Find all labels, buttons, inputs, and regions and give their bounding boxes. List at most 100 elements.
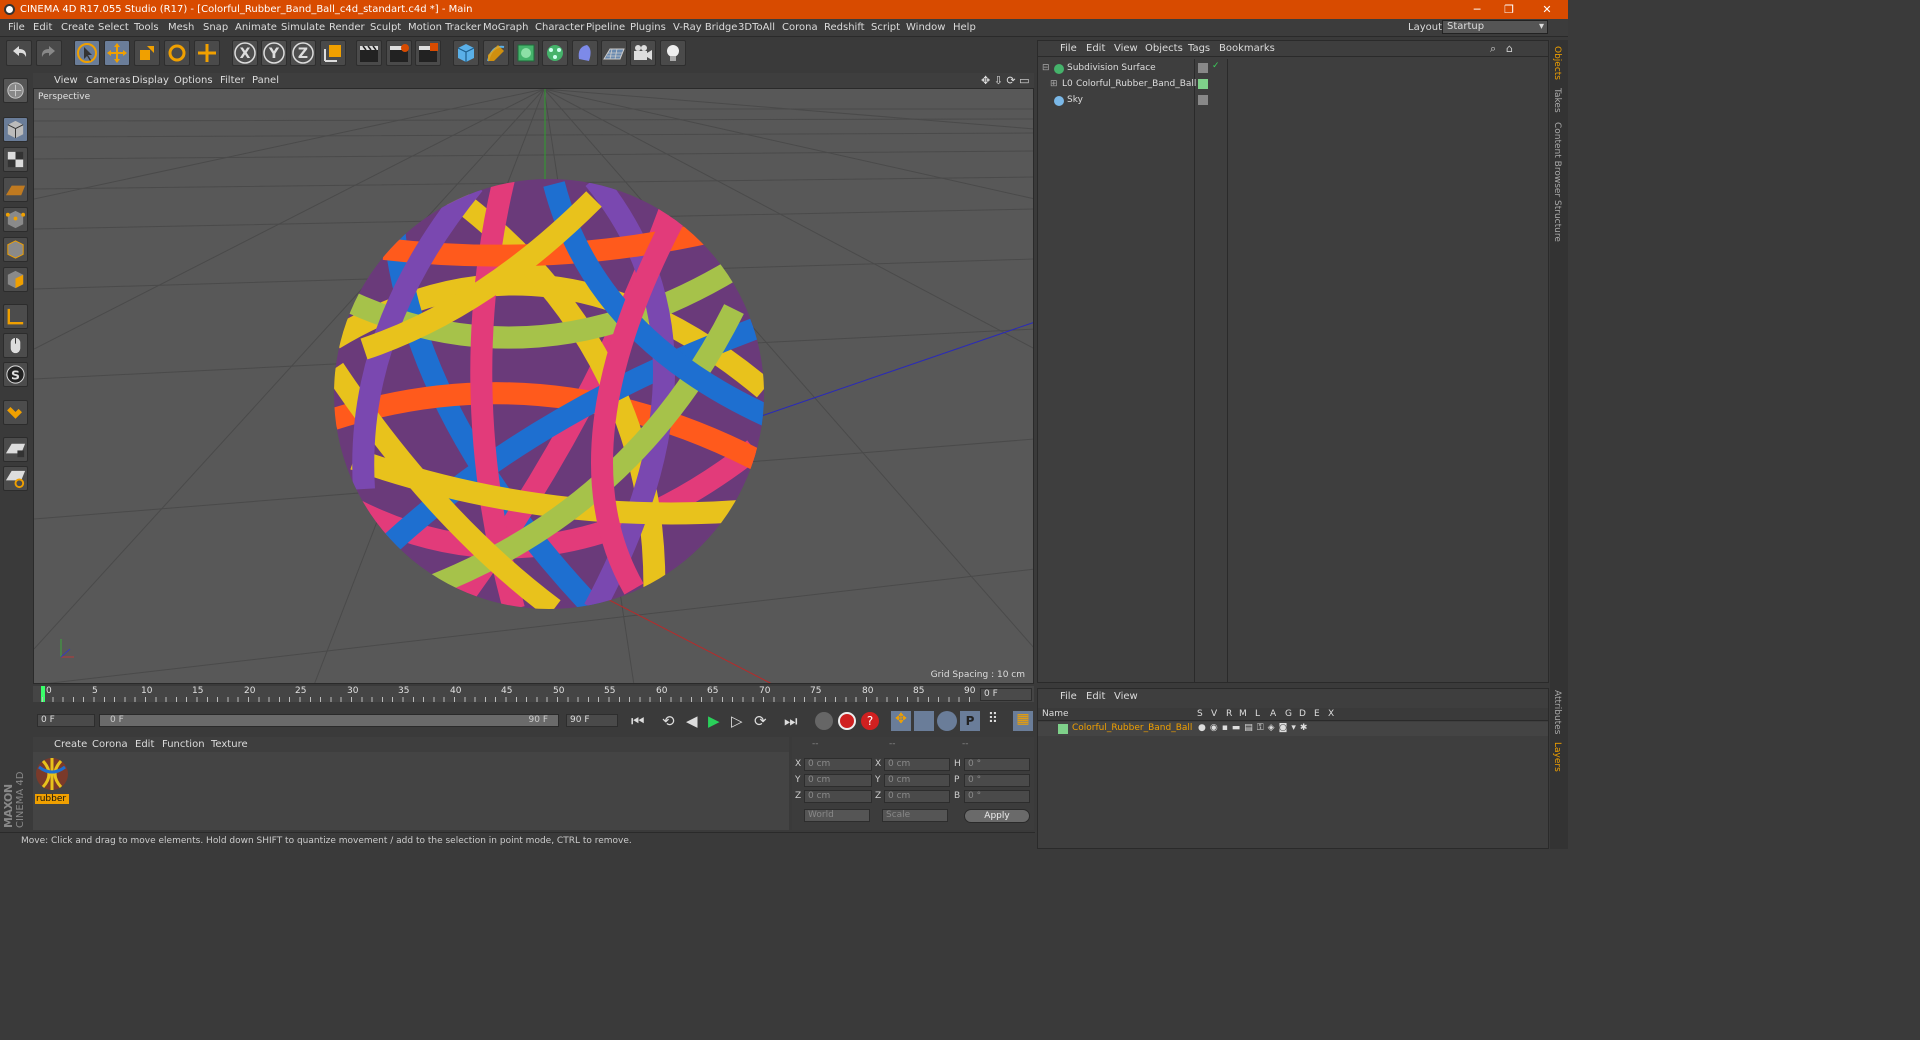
render-settings-button[interactable] xyxy=(415,40,441,66)
menu-simulate[interactable]: Simulate xyxy=(281,22,325,33)
search-icon[interactable]: ⌕ xyxy=(1490,42,1496,56)
z-axis-lock-button[interactable]: Z xyxy=(290,40,316,66)
menu-vray-bridge[interactable]: V-Ray Bridge xyxy=(673,22,737,33)
axis-mode-button[interactable] xyxy=(3,304,28,329)
viewport-menu-options[interactable]: Options xyxy=(174,75,213,86)
polygons-mode-button[interactable] xyxy=(3,267,28,292)
key-scale-icon[interactable] xyxy=(914,711,934,731)
camera-button[interactable] xyxy=(630,40,656,66)
go-to-start-icon[interactable]: ⏮ xyxy=(631,712,645,730)
restore-button[interactable]: ❐ xyxy=(1494,0,1524,19)
menu-mograph[interactable]: MoGraph xyxy=(483,22,528,33)
rotation-b-field[interactable]: 0 ° xyxy=(964,790,1030,803)
cube-primitive-button[interactable] xyxy=(453,40,479,66)
render-view-button[interactable] xyxy=(356,40,382,66)
render-picture-viewer-button[interactable] xyxy=(386,40,412,66)
object-menu-bookmarks[interactable]: Bookmarks xyxy=(1219,43,1275,54)
menu-pipeline[interactable]: Pipeline xyxy=(586,22,625,33)
menu-redshift[interactable]: Redshift xyxy=(824,22,865,33)
snap-button[interactable]: S xyxy=(3,362,28,387)
tab-layers[interactable]: Layers xyxy=(1552,742,1562,772)
y-axis-lock-button[interactable]: Y xyxy=(261,40,287,66)
points-mode-button[interactable] xyxy=(3,207,28,232)
previous-key-icon[interactable]: ⟲ xyxy=(662,712,675,730)
subdivision-surface-button[interactable] xyxy=(513,40,539,66)
frame-range-slider[interactable]: 0 F 90 F xyxy=(99,714,559,727)
menu-file[interactable]: File xyxy=(8,22,25,33)
viewport-menu-filter[interactable]: Filter xyxy=(220,75,245,86)
key-param-icon[interactable]: P xyxy=(960,711,980,731)
make-editable-button[interactable] xyxy=(3,78,28,103)
start-frame-field[interactable]: 0 F xyxy=(37,714,95,727)
layer-tag-icon[interactable] xyxy=(1198,63,1208,73)
collapse-icon[interactable]: ⊟ xyxy=(1042,63,1050,73)
menu-window[interactable]: Window xyxy=(906,22,945,33)
minimize-button[interactable]: ─ xyxy=(1462,0,1492,19)
size-z-field[interactable]: 0 cm xyxy=(884,790,950,803)
apply-button[interactable]: Apply xyxy=(964,809,1030,823)
layer-color-swatch[interactable] xyxy=(1058,724,1068,734)
menu-plugins[interactable]: Plugins xyxy=(630,22,666,33)
tab-takes[interactable]: Takes xyxy=(1552,88,1562,113)
expand-icon[interactable]: ⊞ xyxy=(1050,79,1058,89)
end-frame-field[interactable]: 90 F xyxy=(566,714,618,727)
object-row-subdivision[interactable]: ⊟ Subdivision Surface ✓ xyxy=(1038,61,1548,77)
model-mode-button[interactable] xyxy=(3,117,28,142)
home-icon[interactable]: ⌂ xyxy=(1506,42,1513,55)
position-z-field[interactable]: 0 cm xyxy=(804,790,872,803)
menu-render[interactable]: Render xyxy=(329,22,365,33)
go-to-end-icon[interactable]: ⏭ xyxy=(784,712,798,730)
layer-color-icon[interactable] xyxy=(1198,79,1208,89)
viewport-menu-display[interactable]: Display xyxy=(132,75,169,86)
viewport-menu-cameras[interactable]: Cameras xyxy=(86,75,130,86)
x-axis-lock-button[interactable]: X xyxy=(232,40,258,66)
menu-3dtoall[interactable]: 3DToAll xyxy=(738,22,775,33)
tab-content-browser[interactable]: Content Browser xyxy=(1552,122,1562,197)
transform-tool-button[interactable] xyxy=(194,40,220,66)
layer-menu-file[interactable]: File xyxy=(1060,691,1077,702)
rotation-p-field[interactable]: 0 ° xyxy=(964,774,1030,787)
perspective-viewport[interactable]: Perspective Grid Spacing : 10 cm xyxy=(33,88,1034,684)
material-menu-corona[interactable]: Corona xyxy=(92,739,128,750)
move-tool-button[interactable] xyxy=(104,40,130,66)
material-menu-texture[interactable]: Texture xyxy=(211,739,248,750)
redo-button[interactable] xyxy=(36,40,62,66)
menu-tools[interactable]: Tools xyxy=(134,22,159,33)
viewport-menu-panel[interactable]: Panel xyxy=(252,75,279,86)
floor-button[interactable] xyxy=(601,40,627,66)
play-icon[interactable]: ▶ xyxy=(708,712,720,730)
material-menu-function[interactable]: Function xyxy=(162,739,205,750)
current-frame-field[interactable]: 0 F xyxy=(980,688,1032,701)
menu-help[interactable]: Help xyxy=(953,22,976,33)
key-position-icon[interactable]: ✥ xyxy=(891,711,911,731)
motion-record-icon[interactable] xyxy=(815,712,833,730)
pen-spline-button[interactable] xyxy=(483,40,509,66)
layer-tag-icon[interactable] xyxy=(1198,95,1208,105)
layer-menu-edit[interactable]: Edit xyxy=(1086,691,1105,702)
planar-workplane-button[interactable] xyxy=(3,466,28,491)
workplane-mode-button[interactable] xyxy=(3,177,28,202)
enabled-check-icon[interactable]: ✓ xyxy=(1212,61,1220,71)
magnet-button[interactable] xyxy=(3,400,28,425)
scale-select[interactable]: Scale xyxy=(882,809,948,822)
menu-script[interactable]: Script xyxy=(871,22,900,33)
previous-frame-icon[interactable]: ◀ xyxy=(686,712,698,730)
object-menu-tags[interactable]: Tags xyxy=(1188,43,1210,54)
layer-menu-view[interactable]: View xyxy=(1114,691,1138,702)
menu-character[interactable]: Character xyxy=(535,22,584,33)
lock-workplane-button[interactable] xyxy=(3,437,28,462)
menu-edit[interactable]: Edit xyxy=(33,22,52,33)
edges-mode-button[interactable] xyxy=(3,237,28,262)
material-menu-edit[interactable]: Edit xyxy=(135,739,154,750)
timeline-window-icon[interactable]: ▦ xyxy=(1013,711,1033,731)
rotation-h-field[interactable]: 0 ° xyxy=(964,758,1030,771)
tab-structure[interactable]: Structure xyxy=(1552,200,1562,242)
autokey-icon[interactable]: ? xyxy=(861,712,879,730)
object-menu-view[interactable]: View xyxy=(1114,43,1138,54)
scale-tool-button[interactable] xyxy=(134,40,160,66)
viewport-menu-view[interactable]: View xyxy=(54,75,78,86)
menu-mesh[interactable]: Mesh xyxy=(168,22,194,33)
object-menu-file[interactable]: File xyxy=(1060,43,1077,54)
object-row-sky[interactable]: Sky xyxy=(1038,93,1548,109)
key-rotation-icon[interactable] xyxy=(937,711,957,731)
